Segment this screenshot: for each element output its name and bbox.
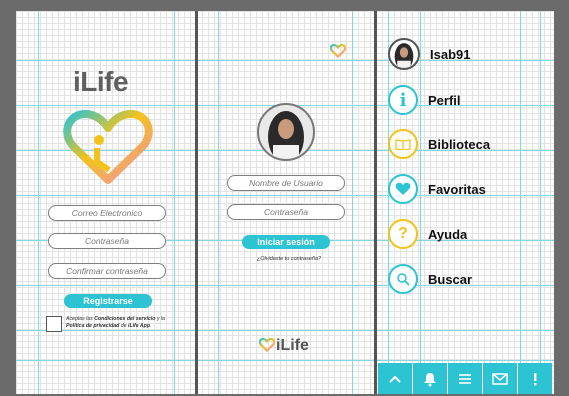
guide-line [16,330,554,331]
screen-divider [374,11,377,394]
bell-icon[interactable] [412,363,447,394]
bottom-heart-logo-icon [259,338,275,352]
menu-item-favoritas[interactable]: Favoritas [388,171,486,207]
guide-line [174,11,175,394]
heart-icon [388,174,418,204]
search-icon [388,264,418,294]
menu-item-biblioteca[interactable]: Biblioteca [388,126,490,162]
menu-item-label: Biblioteca [428,136,491,152]
menu-item-label: Isab91 [430,46,471,62]
guide-line [540,11,541,394]
menu-item-label: Ayuda [428,226,468,242]
chevron-up-icon[interactable] [378,363,412,394]
menu-item-profile-name[interactable]: Isab91 [388,36,470,72]
avatar [388,38,420,70]
guide-line [16,285,554,286]
app-logo-heart-icon [63,110,153,184]
email-field[interactable]: Correo Electronico [48,205,166,221]
app-link[interactable]: iLife App [128,323,150,329]
guide-line [352,11,353,394]
confirm-password-field[interactable]: Confirmar contraseña [48,263,166,279]
info-icon: i [388,85,418,115]
menu-item-label: Perfil [428,92,461,108]
book-icon [388,129,418,159]
menu-icon[interactable] [447,363,482,394]
guide-line [520,11,521,394]
question-icon: ? [388,219,418,249]
menu-item-label: Favoritas [428,181,486,197]
menu-item-ayuda[interactable]: ? Ayuda [388,216,467,252]
signin-password-field[interactable]: Contraseña [227,204,345,220]
person-icon [268,111,304,159]
mail-icon[interactable] [482,363,517,394]
person-icon [394,43,414,68]
bottom-logo-text: iLife [276,337,309,354]
guide-line [218,11,219,394]
terms-text: Aceptas las Condiciones del servicio y l… [66,316,165,329]
username-field[interactable]: Nombre de Usuario [227,175,345,191]
guide-line [16,60,554,61]
terms-checkbox[interactable] [46,316,62,332]
guide-line [38,11,39,394]
menu-item-perfil[interactable]: i Perfil [388,82,461,118]
bottom-navigation [378,363,552,394]
app-logo-text: iLife [73,66,129,97]
screen-divider [195,11,198,394]
menu-item-buscar[interactable]: Buscar [388,261,472,297]
terms-link[interactable]: Condiciones del servicio [94,316,155,322]
alert-icon[interactable] [517,363,552,394]
password-field[interactable]: Contraseña [48,233,166,249]
small-heart-logo-icon [330,44,346,58]
signin-button[interactable]: Iniciar sesión [242,235,330,249]
user-avatar [257,103,315,161]
privacy-link[interactable]: Política de privacidad [66,323,119,329]
guide-line [16,360,554,361]
register-button[interactable]: Registrarse [64,294,152,308]
menu-item-label: Buscar [428,271,473,287]
forgot-password-link[interactable]: ¿Olvidaste tu contraseña? [244,256,334,262]
